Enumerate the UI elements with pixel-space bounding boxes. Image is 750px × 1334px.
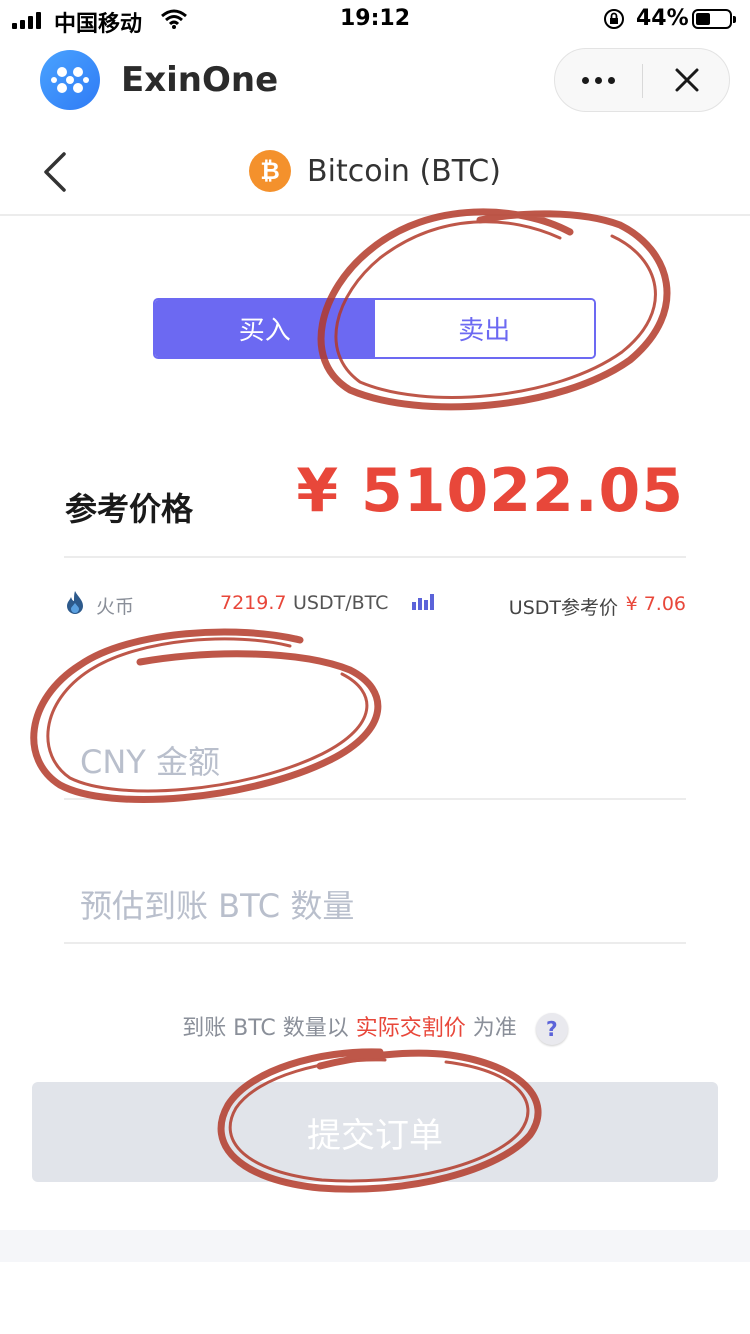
- nav-bar: ₿ Bitcoin (BTC): [0, 128, 750, 216]
- reference-price-value: ¥ 51022.05: [296, 456, 684, 526]
- settlement-note: 到账 BTC 数量以 实际交割价 为准 ?: [0, 1010, 750, 1045]
- huobi-flame-icon: [67, 591, 83, 614]
- note-suffix: 为准: [472, 1016, 517, 1041]
- app-header: ExinOne: [0, 44, 750, 124]
- exchange-name: 火币: [96, 596, 135, 618]
- btc-quantity-field: [64, 870, 686, 944]
- reference-price-label: 参考价格: [65, 490, 194, 528]
- bitcoin-icon: ₿: [249, 150, 292, 192]
- divider: [64, 556, 686, 558]
- close-button[interactable]: [643, 49, 730, 111]
- exchange-pair: USDT/BTC: [293, 592, 389, 614]
- battery-icon: [692, 9, 736, 29]
- page-title: Bitcoin (BTC): [307, 153, 501, 189]
- note-prefix: 到账 BTC 数量以: [182, 1016, 349, 1041]
- battery-percent: 44%: [636, 6, 689, 31]
- tab-sell[interactable]: 卖出: [374, 300, 594, 357]
- buy-sell-toggle: 买入 卖出: [153, 298, 596, 359]
- app-title: ExinOne: [121, 60, 279, 100]
- cny-amount-input[interactable]: [64, 726, 686, 798]
- miniprogram-capsule: [554, 48, 730, 112]
- exchange-price: 7219.7: [220, 592, 287, 614]
- help-icon[interactable]: ?: [535, 1013, 568, 1045]
- exchange-info-row: 火币 7219.7 USDT/BTC USDT参考价 ¥ 7.06: [64, 590, 686, 620]
- cny-amount-field: [64, 726, 686, 800]
- usdt-reference-label: USDT参考价: [508, 597, 618, 619]
- rotation-lock-icon: [604, 9, 624, 29]
- bottom-band: [0, 1230, 750, 1262]
- bar-chart-icon[interactable]: [412, 592, 434, 610]
- usdt-reference-value: ¥ 7.06: [625, 593, 686, 615]
- more-dots-icon: [582, 76, 589, 84]
- submit-order-button[interactable]: 提交订单: [32, 1082, 718, 1182]
- close-icon: [675, 68, 698, 92]
- note-accent: 实际交割价: [355, 1016, 466, 1041]
- exinone-logo-icon: [40, 50, 100, 110]
- tab-buy[interactable]: 买入: [155, 300, 375, 357]
- status-bar: 中国移动 19:12 44%: [0, 0, 750, 40]
- more-button[interactable]: [555, 49, 642, 111]
- btc-quantity-input[interactable]: [64, 870, 686, 942]
- nav-title-group: ₿ Bitcoin (BTC): [0, 150, 750, 192]
